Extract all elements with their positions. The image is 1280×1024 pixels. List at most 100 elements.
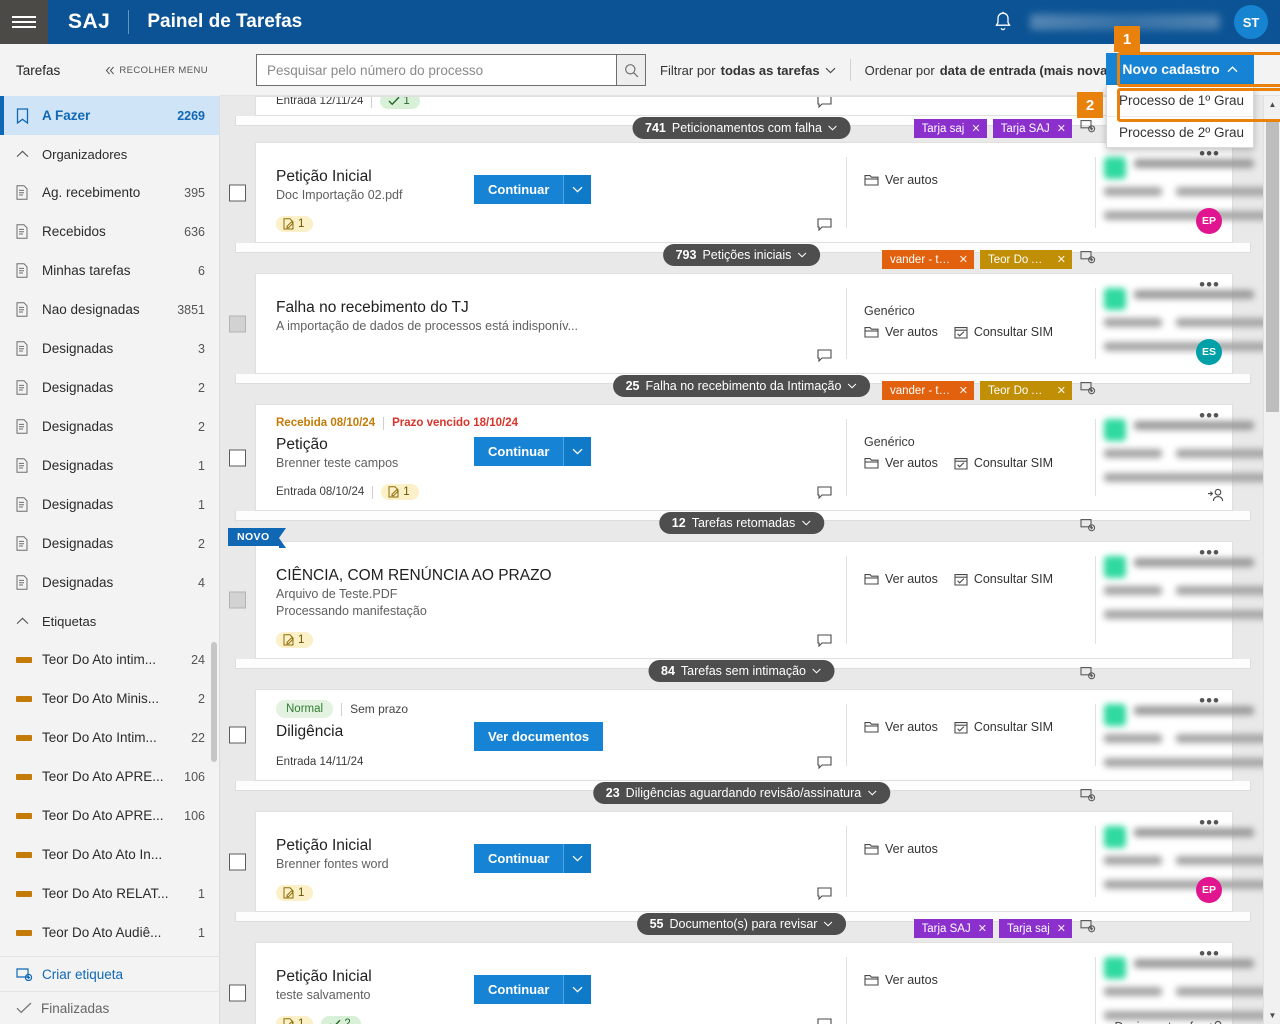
menu-item-processo-2-grau[interactable]: Processo de 2º Grau — [1107, 116, 1253, 147]
scroll-down-button[interactable]: ▼ — [1264, 1007, 1280, 1024]
signature-badge[interactable]: 2 — [321, 1016, 360, 1024]
link-consultar-sim[interactable]: Consultar SIM — [954, 720, 1053, 734]
task-checkbox[interactable] — [229, 984, 246, 1001]
comment-icon-button[interactable] — [817, 96, 832, 113]
primary-action-button[interactable]: Continuar — [474, 844, 563, 873]
task-card[interactable]: Recebida 08/10/24Prazo vencido 18/10/24P… — [255, 404, 1233, 511]
sidebar-item-organizer[interactable]: Ag. recebimento395 — [0, 173, 219, 212]
task-card[interactable]: Petição InicialDoc Importação 02.pdf1Con… — [255, 142, 1233, 243]
scroll-up-button[interactable]: ▲ — [1264, 96, 1280, 113]
primary-action-dropdown[interactable] — [563, 437, 591, 466]
task-card[interactable]: Falha no recebimento do TJA importação d… — [255, 273, 1233, 374]
sidebar-item-organizer[interactable]: Designadas3 — [0, 329, 219, 368]
sidebar-item-tag[interactable]: Teor Do Ato Minis...2 — [0, 679, 219, 718]
sidebar-item-organizer[interactable]: Designadas2 — [0, 368, 219, 407]
assignee-avatar[interactable]: EP — [1196, 877, 1222, 903]
sidebar-group-etiquetas[interactable]: Etiquetas — [0, 602, 219, 640]
add-tag-button[interactable] — [1080, 788, 1096, 807]
search-input[interactable] — [256, 54, 616, 86]
link-ver-autos[interactable]: Ver autos — [864, 973, 938, 987]
tag-chip[interactable]: Tarja SAJ✕ — [993, 119, 1072, 138]
sidebar-item-organizer[interactable]: Nao designadas3851 — [0, 290, 219, 329]
add-tag-button[interactable] — [1080, 381, 1096, 400]
sidebar-tags-scrollbar[interactable] — [211, 642, 217, 762]
sidebar-item-tag[interactable]: Teor Do Ato APRE...106 — [0, 757, 219, 796]
card-overflow-menu[interactable]: ••• — [1199, 411, 1220, 421]
task-checkbox[interactable] — [229, 449, 246, 466]
sidebar-group-organizadores[interactable]: Organizadores — [0, 135, 219, 173]
link-ver-autos[interactable]: Ver autos — [864, 572, 938, 586]
menu-item-processo-1-grau[interactable]: Processo de 1º Grau — [1107, 85, 1253, 116]
comment-icon-button[interactable] — [817, 218, 832, 236]
add-tag-button[interactable] — [1080, 518, 1096, 537]
document-badge[interactable]: 1 — [381, 484, 418, 500]
document-badge[interactable]: 1 — [276, 1016, 313, 1024]
tag-remove-icon[interactable]: ✕ — [1057, 922, 1066, 935]
primary-action-dropdown[interactable] — [563, 844, 591, 873]
collapse-menu-button[interactable]: RECOLHER MENU — [105, 65, 208, 76]
search-icon[interactable] — [616, 54, 646, 86]
sidebar-item-tag[interactable]: Teor Do Ato Intim...22 — [0, 718, 219, 757]
group-separator[interactable]: 25Falha no recebimento da Intimação — [613, 375, 871, 397]
group-separator[interactable]: 23Diligências aguardando revisão/assinat… — [593, 782, 890, 804]
card-overflow-menu[interactable]: ••• — [1199, 280, 1220, 290]
tag-remove-icon[interactable]: ✕ — [971, 122, 980, 135]
task-checkbox[interactable] — [229, 727, 246, 744]
sidebar-item-finalizadas[interactable]: Finalizadas — [0, 991, 219, 1024]
primary-action-dropdown[interactable] — [563, 175, 591, 204]
sidebar-item-tag[interactable]: Teor Do Ato intim...24 — [0, 640, 219, 679]
task-checkbox[interactable] — [229, 184, 246, 201]
primary-action-button[interactable]: Continuar — [474, 975, 563, 1004]
tag-chip[interactable]: Tarja SAJ✕ — [914, 919, 993, 938]
tag-chip[interactable]: vander - teo...✕ — [882, 381, 974, 400]
assignee-avatar[interactable]: EP — [1196, 208, 1222, 234]
link-consultar-sim[interactable]: Consultar SIM — [954, 456, 1053, 470]
document-badge[interactable]: 1 — [276, 632, 313, 648]
task-card[interactable]: NormalSem prazoDiligênciaEntrada 14/11/2… — [255, 689, 1233, 781]
sidebar-item-organizer[interactable]: Recebidos636 — [0, 212, 219, 251]
sidebar-item-a-fazer[interactable]: A Fazer 2269 — [0, 96, 219, 135]
sidebar-item-organizer[interactable]: Designadas1 — [0, 485, 219, 524]
comment-icon-button[interactable] — [817, 887, 832, 905]
sidebar-item-organizer[interactable]: Designadas2 — [0, 407, 219, 446]
link-consultar-sim[interactable]: Consultar SIM — [954, 325, 1053, 339]
sidebar-item-organizer[interactable]: Designadas1 — [0, 446, 219, 485]
group-separator[interactable]: 84Tarefas sem intimação — [648, 660, 835, 682]
signature-badge[interactable]: 1 — [380, 96, 419, 109]
card-overflow-menu[interactable]: ••• — [1199, 548, 1220, 558]
tag-chip[interactable]: Tarja saj✕ — [999, 919, 1072, 938]
sidebar-item-tag[interactable]: Teor Do Ato Audiê...1 — [0, 913, 219, 952]
tag-chip[interactable]: vander - teo...✕ — [882, 250, 974, 269]
tag-chip[interactable]: Tarja saj✕ — [914, 119, 987, 138]
sidebar-item-tag[interactable]: Teor Do Ato APRE...106 — [0, 796, 219, 835]
primary-action-dropdown[interactable] — [563, 975, 591, 1004]
filter-dropdown[interactable]: Filtrar por todas as tarefas — [646, 63, 850, 78]
card-overflow-menu[interactable]: ••• — [1199, 149, 1220, 159]
tag-remove-icon[interactable]: ✕ — [959, 384, 968, 397]
bell-icon[interactable] — [990, 9, 1016, 35]
assignee-avatar[interactable]: ES — [1196, 339, 1222, 365]
create-tag-button[interactable]: Criar etiqueta — [0, 957, 219, 991]
link-ver-autos[interactable]: Ver autos — [864, 456, 938, 470]
assign-task-button[interactable] — [1207, 488, 1224, 502]
task-card[interactable]: Petição InicialBrenner fontes word1Conti… — [255, 811, 1233, 912]
task-card[interactable]: Petição Inicialteste salvamento12Continu… — [255, 942, 1233, 1024]
scroll-thumb[interactable] — [1266, 120, 1279, 412]
link-ver-autos[interactable]: Ver autos — [864, 842, 938, 856]
main-scrollbar[interactable]: ▲ ▼ — [1263, 96, 1280, 1024]
card-overflow-menu[interactable]: ••• — [1199, 696, 1220, 706]
avatar[interactable]: ST — [1234, 5, 1268, 39]
link-consultar-sim[interactable]: Consultar SIM — [954, 572, 1053, 586]
hamburger-icon[interactable] — [0, 0, 48, 44]
group-separator[interactable]: 12Tarefas retomadas — [659, 512, 824, 534]
add-tag-button[interactable] — [1080, 119, 1096, 138]
comment-icon-button[interactable] — [817, 756, 832, 774]
sidebar-item-tag[interactable]: Teor Do Ato Ato In... — [0, 835, 219, 874]
add-tag-button[interactable] — [1080, 919, 1096, 938]
sidebar-item-tag[interactable]: Teor Do Ato RELAT...1 — [0, 874, 219, 913]
primary-action-button[interactable]: Continuar — [474, 437, 563, 466]
tag-remove-icon[interactable]: ✕ — [1057, 253, 1066, 266]
group-separator[interactable]: 55Documento(s) para revisar — [637, 913, 847, 935]
add-tag-button[interactable] — [1080, 666, 1096, 685]
new-record-button[interactable]: Novo cadastro — [1106, 53, 1254, 85]
